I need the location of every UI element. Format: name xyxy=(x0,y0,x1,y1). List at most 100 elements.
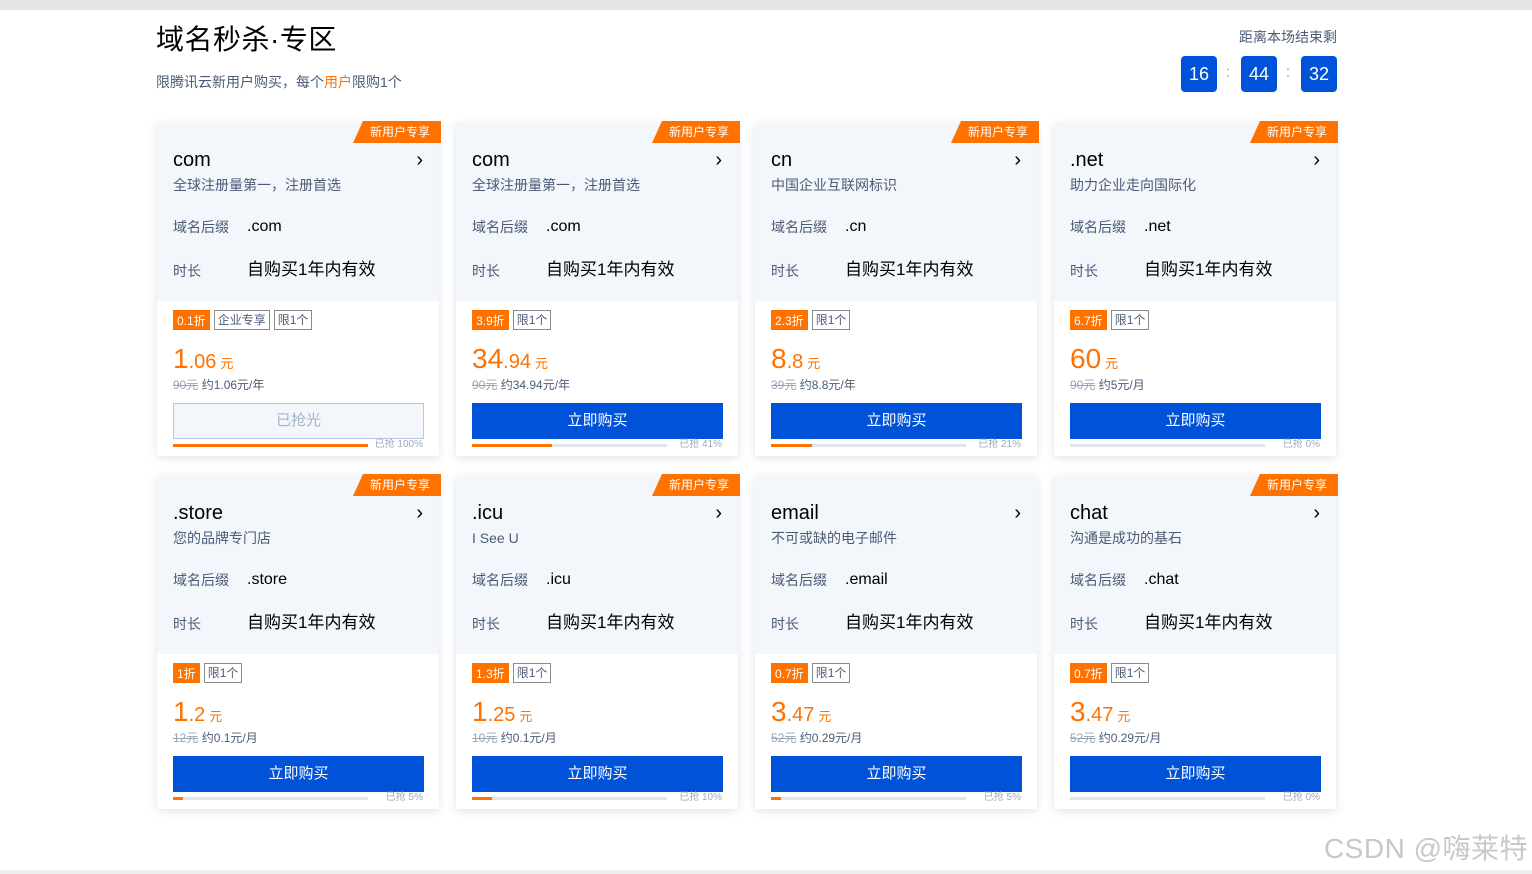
product-card[interactable]: 新用户专享 chat › 沟通是成功的基石 域名后缀 .chat 时长 自购买1年内有效 0.7… xyxy=(1054,474,1338,809)
new-user-badge: 新用户专享 xyxy=(651,121,740,143)
tag-list: 0.7折 限1个 xyxy=(771,663,851,683)
chevron-right-icon[interactable]: › xyxy=(1313,502,1320,524)
suffix-label: 域名后缀 xyxy=(771,572,827,588)
original-price: 90元 约34.94元/年 xyxy=(472,377,570,393)
strikethrough-price: 10元 xyxy=(472,731,498,745)
per-period-price: 约5元/月 xyxy=(1098,378,1145,392)
price: 1.06 元 xyxy=(173,342,233,381)
price: 60 元 xyxy=(1070,342,1118,381)
chevron-right-icon[interactable]: › xyxy=(1014,149,1021,171)
sold-progress-fill xyxy=(771,797,781,800)
buy-now-button[interactable]: 立即购买 xyxy=(1070,403,1321,439)
subtitle-highlight: 用户 xyxy=(324,74,352,90)
price-unit: 元 xyxy=(1105,356,1119,371)
limit-tag: 限1个 xyxy=(1110,663,1150,683)
tag-list: 1折 限1个 xyxy=(173,663,243,683)
suffix-value: .icu xyxy=(546,571,571,588)
strikethrough-price: 52元 xyxy=(1070,731,1096,745)
limit-tag: 限1个 xyxy=(811,310,851,330)
product-card[interactable]: 新用户专享 com › 全球注册量第一，注册首选 域名后缀 .com 时长 自购买1年内有效 3… xyxy=(456,121,740,456)
countdown-separator: : xyxy=(1285,64,1291,81)
chevron-right-icon[interactable]: › xyxy=(715,502,722,524)
suffix-label: 域名后缀 xyxy=(173,219,229,235)
product-card[interactable]: 新用户专享 .net › 助力企业走向国际化 域名后缀 .net 时长 自购买1年内有效 6.7… xyxy=(1054,121,1338,456)
limit-tag: 限1个 xyxy=(203,663,243,683)
duration-value: 自购买1年内有效 xyxy=(546,613,675,632)
sold-percentage: 已抢 5% xyxy=(983,792,1021,803)
price-unit: 元 xyxy=(534,356,548,371)
subtitle-text: 限腾讯云新用户购买，每个 xyxy=(156,74,324,90)
countdown-minutes: 44 xyxy=(1241,56,1277,92)
duration-label: 时长 xyxy=(1070,616,1098,632)
domain-description: 沟通是成功的基石 xyxy=(1070,530,1182,546)
domain-description: 您的品牌专门店 xyxy=(173,530,271,546)
new-user-badge: 新用户专享 xyxy=(352,121,441,143)
per-period-price: 约0.29元/月 xyxy=(1098,731,1162,745)
domain-name[interactable]: cn xyxy=(771,147,792,173)
product-card[interactable]: 新用户专享 cn › 中国企业互联网标识 域名后缀 .cn 时长 自购买1年内有效 2.3折 限1… xyxy=(755,121,1039,456)
domain-name[interactable]: com xyxy=(472,147,510,173)
chevron-right-icon[interactable]: › xyxy=(1014,502,1021,524)
price-integer: 1 xyxy=(173,696,189,727)
domain-name[interactable]: email xyxy=(771,500,819,526)
price-unit: 元 xyxy=(1117,709,1131,724)
buy-now-button[interactable]: 立即购买 xyxy=(771,756,1022,792)
price-integer: 8 xyxy=(771,343,787,374)
sold-progress-fill xyxy=(472,444,552,447)
buy-now-button[interactable]: 立即购买 xyxy=(771,403,1022,439)
price-decimal: .94 xyxy=(503,351,531,373)
sold-percentage: 已抢 41% xyxy=(679,439,722,450)
sold-percentage: 已抢 0% xyxy=(1282,792,1320,803)
product-card[interactable]: 新用户专享 com › 全球注册量第一，注册首选 域名后缀 .com 时长 自购买1年内有效 0… xyxy=(157,121,441,456)
price-decimal: .25 xyxy=(487,704,516,726)
discount-tag: 3.9折 xyxy=(472,310,509,330)
sold-progress-bar xyxy=(173,444,368,447)
discount-tag: 0.7折 xyxy=(1070,663,1107,683)
product-card[interactable]: 新用户专享 .store › 您的品牌专门店 域名后缀 .store 时长 自购买1年内有效 1… xyxy=(157,474,441,809)
domain-description: 中国企业互联网标识 xyxy=(771,177,897,193)
price: 34.94 元 xyxy=(472,342,548,381)
domain-name[interactable]: .net xyxy=(1070,147,1103,173)
buy-now-button[interactable]: 立即购买 xyxy=(173,756,424,792)
sold-progress-bar xyxy=(1070,797,1265,800)
duration-value: 自购买1年内有效 xyxy=(845,260,974,279)
domain-name[interactable]: .icu xyxy=(472,500,503,526)
domain-name[interactable]: com xyxy=(173,147,211,173)
sold-progress-bar xyxy=(173,797,368,800)
countdown-label: 距离本场结束剩 xyxy=(1239,29,1337,45)
new-user-badge: 新用户专享 xyxy=(1249,474,1338,496)
chevron-right-icon[interactable]: › xyxy=(416,149,423,171)
discount-tag: 6.7折 xyxy=(1070,310,1107,330)
buy-now-button[interactable]: 立即购买 xyxy=(472,403,723,439)
duration-value: 自购买1年内有效 xyxy=(546,260,675,279)
chevron-right-icon[interactable]: › xyxy=(1313,149,1320,171)
watermark: CSDN @嗨莱特 xyxy=(1323,833,1528,864)
suffix-label: 域名后缀 xyxy=(173,572,229,588)
duration-label: 时长 xyxy=(472,616,500,632)
domain-name[interactable]: chat xyxy=(1070,500,1108,526)
sold-out-button[interactable]: 已抢光 xyxy=(173,403,424,439)
chevron-right-icon[interactable]: › xyxy=(715,149,722,171)
sold-percentage: 已抢 5% xyxy=(385,792,423,803)
product-card[interactable]: 新用户专享 .icu › I See U 域名后缀 .icu 时长 自购买1年内有效 1.3折限… xyxy=(456,474,740,809)
per-period-price: 约0.1元/月 xyxy=(500,731,557,745)
buy-now-button[interactable]: 立即购买 xyxy=(1070,756,1321,792)
duration-label: 时长 xyxy=(173,263,201,279)
buy-now-button[interactable]: 立即购买 xyxy=(472,756,723,792)
price-decimal: .8 xyxy=(786,351,804,373)
chevron-right-icon[interactable]: › xyxy=(416,502,423,524)
subtitle-text-end: 限购1个 xyxy=(352,74,402,90)
price-integer: 1 xyxy=(173,343,189,374)
discount-tag: 1.3折 xyxy=(472,663,509,683)
duration-value: 自购买1年内有效 xyxy=(247,613,376,632)
price: 1.25 元 xyxy=(472,695,532,734)
domain-name[interactable]: .store xyxy=(173,500,223,526)
price-decimal: .47 xyxy=(786,704,815,726)
duration-value: 自购买1年内有效 xyxy=(1144,260,1273,279)
limit-tag: 限1个 xyxy=(273,310,313,330)
strikethrough-price: 39元 xyxy=(771,378,797,392)
sold-progress-fill xyxy=(173,444,368,447)
product-card[interactable]: email › 不可或缺的电子邮件 域名后缀 .email 时长 自购买1年内有效 0.7折限… xyxy=(755,476,1037,809)
price-decimal: .47 xyxy=(1085,704,1114,726)
price-decimal: .06 xyxy=(188,351,217,373)
